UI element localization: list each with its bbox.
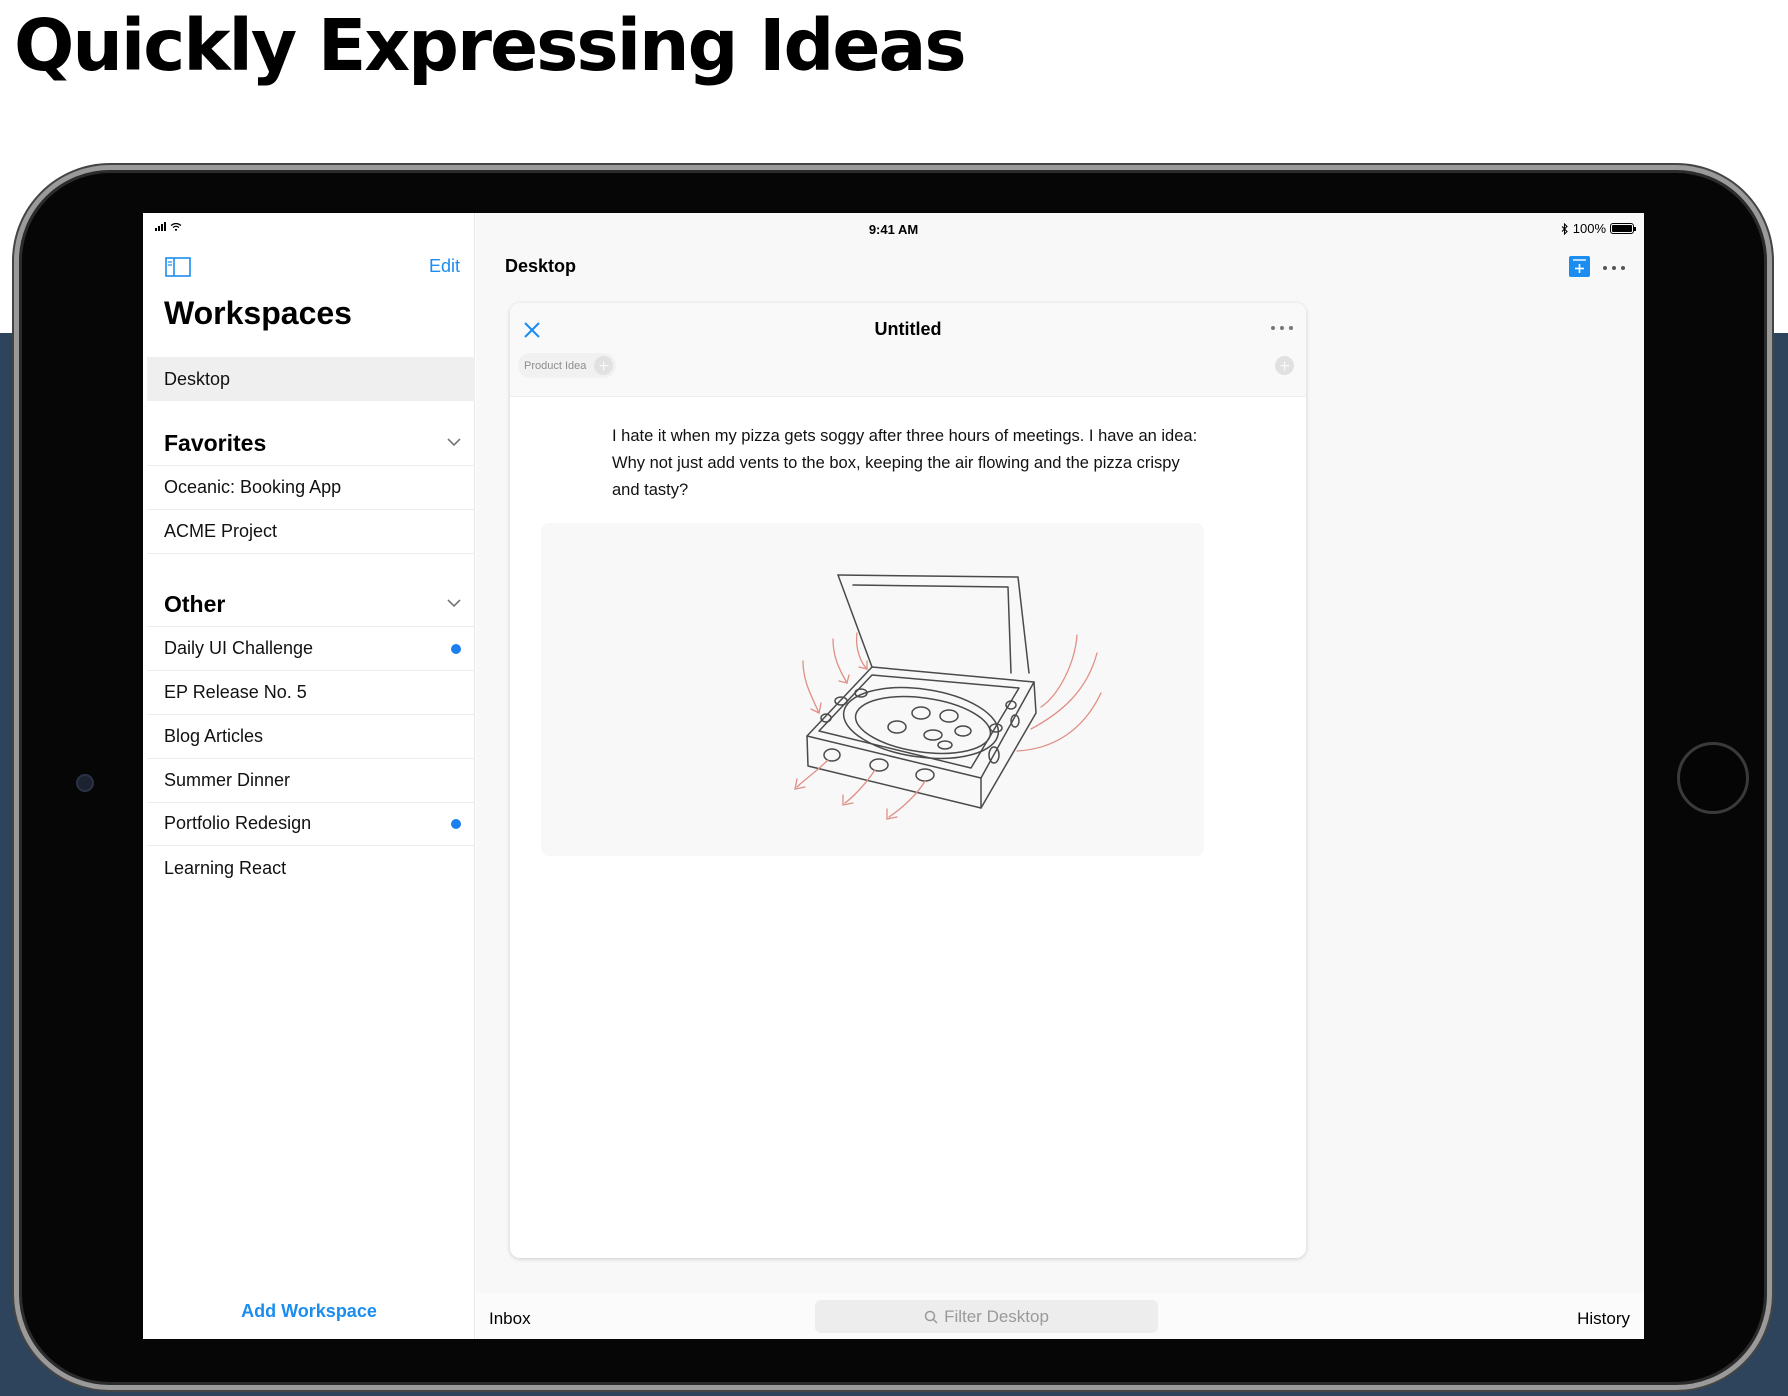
tag-chip[interactable]: Product Idea [518,353,617,378]
sidebar-item-oceanic[interactable]: Oceanic: Booking App [147,466,475,510]
sidebar-item-label: Desktop [164,368,231,389]
home-button[interactable] [1677,742,1749,814]
bottom-toolbar: Inbox Filter Desktop History [476,1293,1644,1339]
filter-search-field[interactable]: Filter Desktop [815,1300,1158,1333]
slide-title: Quickly Expressing Ideas [14,4,967,87]
add-workspace-button[interactable]: Add Workspace [143,1301,475,1322]
section-label: Favorites [164,430,267,456]
battery-fill [1612,225,1632,232]
ipad-screen: Edit Workspaces Desktop Favorites Oceani… [143,213,1644,1339]
pizza-box-sketch [794,574,1102,820]
sketch-canvas[interactable] [541,523,1204,856]
front-camera [76,774,94,792]
chevron-down-icon[interactable] [447,437,461,447]
main-area: Desktop Untitled Product Idea I hate it … [476,213,1644,1339]
note-body-text[interactable]: I hate it when my pizza gets soggy after… [612,423,1202,504]
sidebar-item-label: Daily UI Challenge [164,638,314,658]
workspaces-sidebar: Edit Workspaces Desktop Favorites Oceani… [143,213,475,1339]
note-card[interactable]: Untitled Product Idea I hate it when my … [510,303,1306,1258]
page-title: Desktop [505,256,577,276]
new-note-icon[interactable] [1569,256,1590,277]
sidebar-toggle-icon[interactable] [165,257,191,277]
sidebar-item-acme[interactable]: ACME Project [147,510,475,554]
other-section-header[interactable]: Other [147,583,475,627]
add-tag-icon[interactable] [594,356,614,375]
sidebar-item-label: ACME Project [164,521,278,541]
sidebar-heading: Workspaces [164,295,352,331]
bluetooth-icon [1561,222,1568,235]
sidebar-item-daily-ui[interactable]: Daily UI Challenge [147,627,475,671]
sidebar-item-label: Blog Articles [164,726,264,746]
note-title[interactable]: Untitled [510,319,1306,340]
status-time: 9:41 AM [868,222,919,237]
more-icon[interactable] [1270,325,1294,331]
edit-button[interactable]: Edit [429,256,460,277]
favorites-section-header[interactable]: Favorites [147,422,475,466]
sidebar-item-label: Learning React [164,857,287,878]
sidebar-item-blog-articles[interactable]: Blog Articles [147,715,475,759]
unread-dot [451,644,461,654]
sidebar-item-learning-react[interactable]: Learning React [147,846,475,890]
chevron-down-icon[interactable] [447,598,461,608]
sidebar-item-label: EP Release No. 5 [164,682,307,702]
sidebar-item-label: Oceanic: Booking App [164,477,342,497]
battery-percent: 100% [1572,221,1606,236]
inbox-button[interactable]: Inbox [489,1309,531,1329]
section-label: Other [164,591,226,617]
status-right: 100% [1561,221,1636,236]
sidebar-item-desktop[interactable]: Desktop [147,357,475,401]
battery-icon [1610,223,1636,234]
unread-dot [451,819,461,829]
sidebar-item-label: Portfolio Redesign [164,813,312,833]
sidebar-item-summer-dinner[interactable]: Summer Dinner [147,759,475,803]
sidebar-item-ep-release[interactable]: EP Release No. 5 [147,671,475,715]
status-bar: 9:41 AM 100% [143,213,1644,243]
search-icon [924,1310,938,1324]
note-card-header: Untitled Product Idea [510,303,1306,397]
tag-label: Product Idea [524,359,587,372]
add-tag-icon[interactable] [1275,356,1294,375]
sidebar-item-portfolio-redesign[interactable]: Portfolio Redesign [147,802,475,846]
sidebar-item-label: Summer Dinner [164,770,291,790]
more-icon[interactable] [1602,265,1626,271]
plus-icon [1573,259,1586,273]
filter-placeholder: Filter Desktop [944,1306,1049,1326]
history-button[interactable]: History [1577,1309,1630,1329]
